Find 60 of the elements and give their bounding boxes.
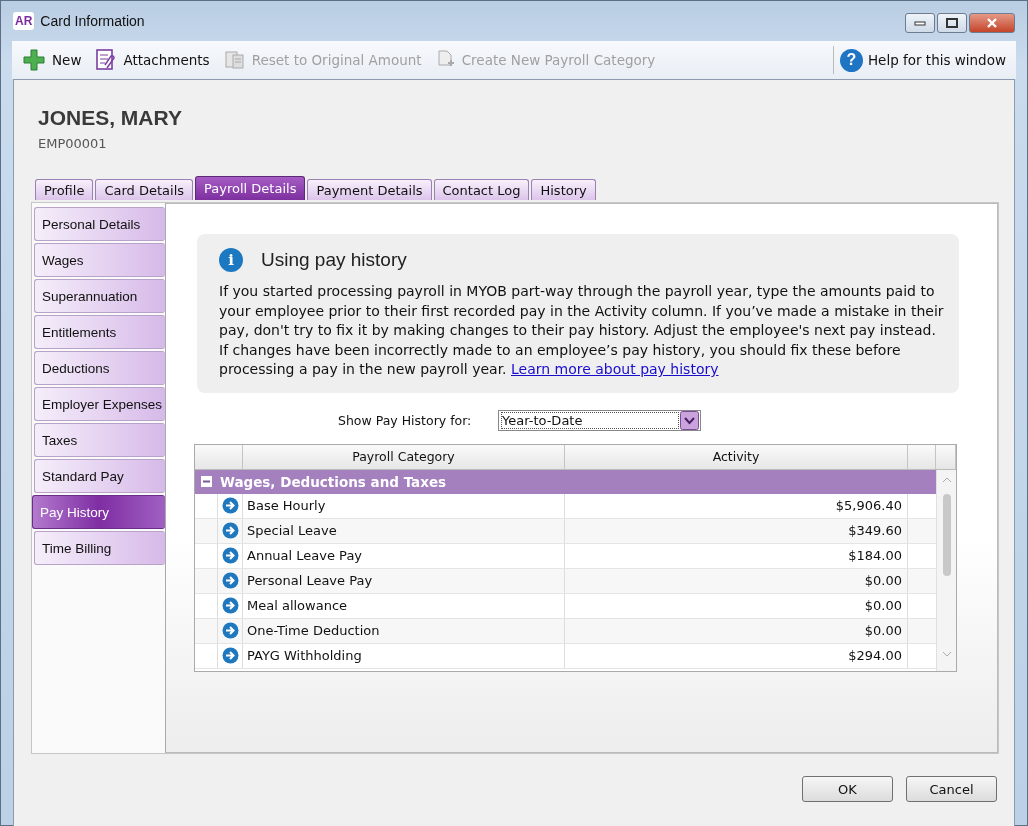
column-header[interactable]: Activity — [565, 444, 908, 469]
minimize-button[interactable] — [905, 13, 935, 33]
table-cell: Meal allowance — [243, 593, 565, 618]
sidebar-item[interactable]: Time Billing — [34, 531, 165, 565]
toolbar-button[interactable]: Attachments — [95, 48, 210, 72]
tab[interactable]: Profile — [35, 179, 94, 200]
info-icon: i — [219, 248, 243, 272]
close-icon — [985, 18, 999, 28]
app-logo: AR — [13, 12, 35, 30]
ok-button[interactable]: OK — [802, 776, 893, 802]
table-cell: $184.00 — [565, 543, 908, 568]
sidebar-item[interactable]: Pay History — [32, 495, 165, 529]
column-header[interactable]: Payroll Category — [243, 444, 565, 469]
table-cell: Personal Leave Pay — [243, 568, 565, 593]
cancel-button[interactable]: Cancel — [906, 776, 997, 802]
sidebar-item[interactable]: Taxes — [34, 423, 165, 457]
table-cell: $0.00 — [565, 593, 908, 618]
table-cell: $0.00 — [565, 568, 908, 593]
tab[interactable]: Payroll Details — [195, 176, 306, 200]
collapse-icon[interactable] — [201, 476, 212, 488]
table-cell: $349.60 — [565, 518, 908, 543]
maximize-icon — [946, 18, 958, 28]
info-text: If you started processing payroll in MYOB part-way through the payroll year, type the amounts paid to your employee prior to their first recorded pay in the Activity column. If you’ve made a mistake in their pay, don't try to fix it by making changes to their pay history. Adjust the employee's next pay instead. If changes have been incorrectly made to an employee’s pay history, you should fix these before processing a pay in the new payroll year. Learn more about pay history — [219, 282, 945, 380]
table-cell: Annual Leave Pay — [243, 543, 565, 568]
tab[interactable]: History — [531, 179, 596, 200]
table-cell: $0.00 — [565, 618, 908, 643]
tab[interactable]: Contact Log — [433, 179, 530, 200]
sidebar-item[interactable]: Superannuation — [34, 279, 165, 313]
sidebar-item[interactable]: Personal Details — [34, 207, 165, 241]
employee-id: EMP00001 — [38, 136, 108, 151]
table-cell: Base Hourly — [243, 493, 565, 518]
sidebar-item[interactable]: Deductions — [34, 351, 165, 385]
table-cell: One-Time Deduction — [243, 618, 565, 643]
documents-icon — [223, 49, 246, 71]
minimize-icon — [914, 20, 926, 26]
document-clip-icon — [95, 48, 118, 72]
table-cell: Special Leave — [243, 518, 565, 543]
table-cell: $5,906.40 — [565, 493, 908, 518]
sidebar-item[interactable]: Standard Pay — [34, 459, 165, 493]
sidebar-item[interactable]: Wages — [34, 243, 165, 277]
help-icon: ? — [839, 48, 863, 72]
toolbar-button[interactable]: New — [22, 48, 82, 72]
employee-name: JONES, MARY — [38, 106, 183, 130]
maximize-button[interactable] — [937, 13, 967, 33]
dropdown-caret-icon — [680, 410, 699, 430]
window-title: Card Information — [40, 13, 146, 29]
close-button[interactable] — [969, 13, 1015, 33]
filter-label: Show Pay History for: — [338, 412, 473, 428]
learn-more-link[interactable]: Learn more about pay history — [511, 361, 719, 378]
period-dropdown[interactable]: Year-to-Date — [498, 409, 701, 431]
tab[interactable]: Card Details — [95, 179, 194, 200]
table-cell: PAYG Withholding — [243, 643, 565, 668]
group-label: Wages, Deductions and Taxes — [220, 473, 447, 490]
plus-icon — [22, 48, 46, 72]
tab[interactable]: Payment Details — [307, 179, 432, 200]
sidebar-item[interactable]: Employer Expenses — [34, 387, 165, 421]
help-button[interactable]: ? Help for this window — [839, 48, 1006, 72]
sidebar-item[interactable]: Entitlements — [34, 315, 165, 349]
info-title: Using pay history — [261, 249, 407, 271]
table-cell: $294.00 — [565, 643, 908, 668]
